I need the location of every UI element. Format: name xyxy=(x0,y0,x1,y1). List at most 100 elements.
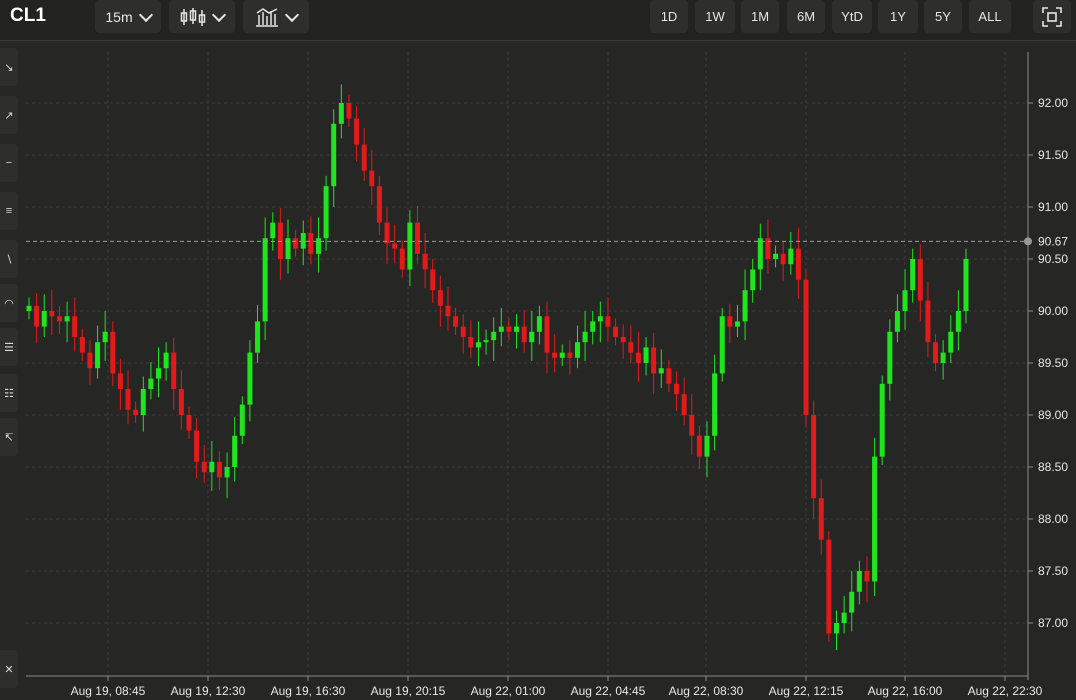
candle xyxy=(536,305,542,345)
candle xyxy=(64,301,70,343)
candle xyxy=(643,337,649,376)
candle-body xyxy=(178,389,184,415)
fullscreen-button[interactable] xyxy=(1033,0,1071,33)
candle-body xyxy=(773,253,779,259)
candle-body xyxy=(574,342,580,358)
candle-body xyxy=(468,337,474,348)
candle-body xyxy=(833,623,839,634)
candle xyxy=(902,269,908,330)
candle-body xyxy=(704,435,710,457)
candle xyxy=(734,304,740,337)
range-button-1d[interactable]: 1D xyxy=(650,0,688,33)
candle xyxy=(437,275,443,327)
range-button-1w[interactable]: 1W xyxy=(695,0,735,33)
candle xyxy=(811,400,817,519)
candle xyxy=(894,294,900,343)
candle xyxy=(651,332,657,395)
chart-type-dropdown[interactable] xyxy=(169,0,235,33)
candle xyxy=(864,556,870,603)
candle xyxy=(163,342,169,381)
candle xyxy=(521,309,527,353)
candle-body xyxy=(605,316,611,327)
x-tick-label: Aug 22, 01:00 xyxy=(471,684,546,698)
x-tick-label: Aug 22, 22:30 xyxy=(968,684,1043,698)
candle-body xyxy=(232,435,238,467)
x-tick-label: Aug 19, 08:45 xyxy=(71,684,146,698)
candle-body xyxy=(788,248,794,265)
candle xyxy=(552,333,558,373)
candle xyxy=(361,127,367,181)
candle-body xyxy=(910,259,916,291)
range-button-6m[interactable]: 6M xyxy=(787,0,825,33)
candle xyxy=(582,311,588,361)
candle-body xyxy=(156,368,162,379)
candle-body xyxy=(597,316,603,322)
candle xyxy=(620,324,626,359)
candle xyxy=(963,248,969,324)
candle-body xyxy=(734,321,740,327)
chevron-down-icon xyxy=(138,7,153,22)
candle-body xyxy=(79,337,85,353)
candle-body xyxy=(544,316,550,353)
candle xyxy=(376,175,382,236)
candle-body xyxy=(262,238,268,322)
candle-body xyxy=(940,352,946,363)
candle-body xyxy=(635,352,641,363)
candle-body xyxy=(56,316,62,322)
candle-body xyxy=(475,342,481,348)
y-tick-label: 88.00 xyxy=(1038,512,1068,526)
range-button-all[interactable]: ALL xyxy=(969,0,1011,33)
candle xyxy=(232,417,238,482)
candle xyxy=(948,315,954,363)
candle-body xyxy=(674,383,680,395)
range-button-1m[interactable]: 1M xyxy=(741,0,779,33)
candle xyxy=(856,560,862,605)
candle-body xyxy=(140,389,146,415)
x-tick-label: Aug 19, 16:30 xyxy=(271,684,346,698)
interval-dropdown[interactable]: 15m xyxy=(95,0,161,33)
candle xyxy=(483,329,489,355)
candle-body xyxy=(384,222,390,244)
candle xyxy=(354,106,360,162)
candle xyxy=(872,437,878,596)
candle xyxy=(681,377,687,426)
candle-body xyxy=(582,331,588,343)
candle-body xyxy=(87,352,93,369)
candle xyxy=(277,208,283,280)
candle xyxy=(529,311,535,361)
last-price-marker: 90.67 xyxy=(26,234,1068,248)
candle-body xyxy=(201,461,207,473)
price-chart[interactable]: 87.00 87.50 88.00 88.50 89.00 89.50 90.00 90.50… xyxy=(0,40,1076,700)
candle xyxy=(574,325,580,369)
candle-body xyxy=(216,461,222,478)
candle-body xyxy=(224,467,230,478)
candle xyxy=(194,418,200,479)
candle xyxy=(757,223,763,291)
indicators-icon xyxy=(256,7,278,27)
range-button-1y[interactable]: 1Y xyxy=(878,0,918,33)
candle xyxy=(689,394,695,455)
candle-body xyxy=(811,415,817,499)
range-button-ytd[interactable]: YtD xyxy=(832,0,872,33)
candle xyxy=(491,317,497,361)
candle-body xyxy=(559,352,565,358)
candle xyxy=(262,217,268,341)
candle-body xyxy=(445,305,451,317)
candle xyxy=(925,281,931,357)
y-tick-label: 87.00 xyxy=(1038,616,1068,630)
y-tick-label: 91.00 xyxy=(1038,200,1068,214)
candle xyxy=(270,212,276,251)
candle-body xyxy=(361,144,367,171)
range-button-5y[interactable]: 5Y xyxy=(924,0,962,33)
candle xyxy=(696,425,702,470)
candle-body xyxy=(841,612,847,623)
y-tick-label: 88.50 xyxy=(1038,460,1068,474)
candle xyxy=(255,304,261,363)
candle-body xyxy=(590,321,596,332)
candle xyxy=(87,340,93,385)
candle-body xyxy=(849,591,855,613)
candle-body xyxy=(902,290,908,311)
candle xyxy=(110,321,116,386)
candle-body xyxy=(521,326,527,343)
indicators-dropdown[interactable] xyxy=(243,0,309,33)
